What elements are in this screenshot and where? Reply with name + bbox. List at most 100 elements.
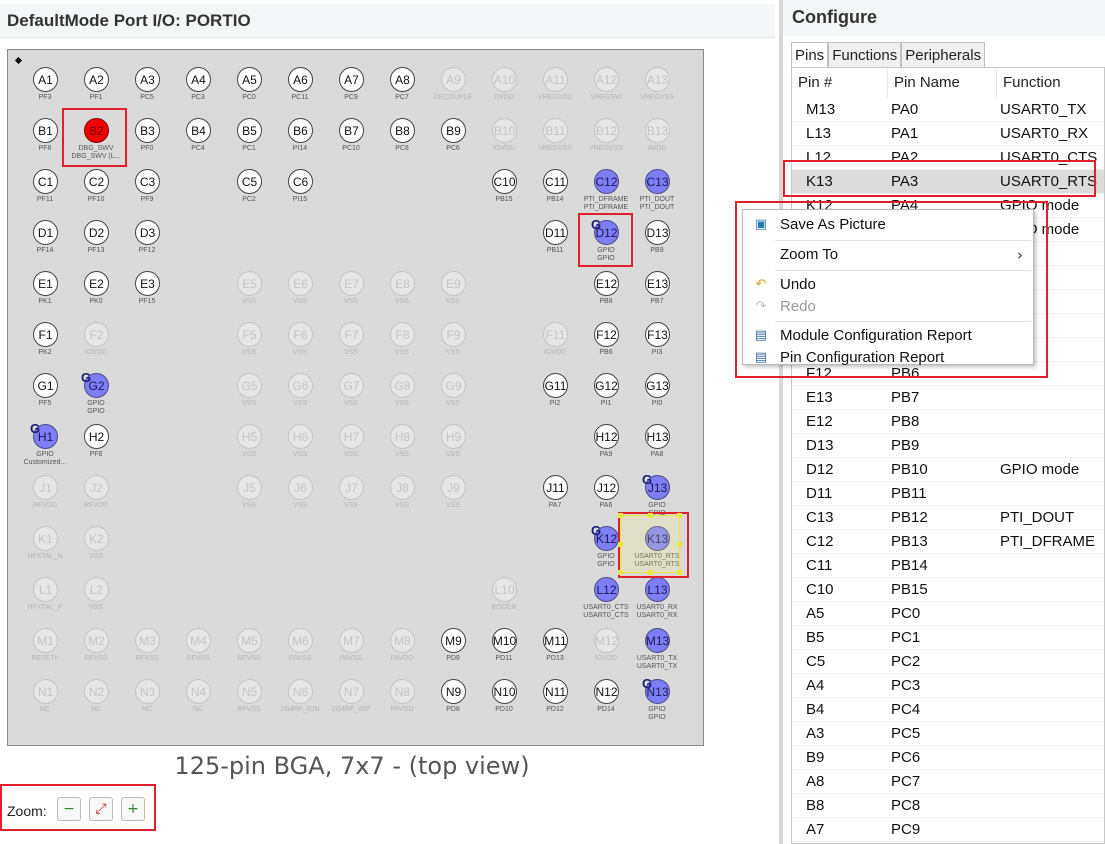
pin-c11[interactable]: C11 PB14 (530, 161, 580, 213)
pin-n7[interactable]: N7 2G4RF_IOP (326, 671, 376, 723)
pin-g9[interactable]: G9 VSS (428, 365, 478, 417)
pin-h6[interactable]: H6 VSS (275, 416, 325, 468)
pin-c10[interactable]: C10 PB15 (479, 161, 529, 213)
column-header-function[interactable]: Function (997, 68, 1104, 98)
pin-j8[interactable]: J8 VSS (377, 467, 427, 519)
pin-j1[interactable]: J1 RFVDD (20, 467, 70, 519)
pin-h12[interactable]: H12 PA9 (581, 416, 631, 468)
pin-b7[interactable]: B7 PC10 (326, 110, 376, 162)
table-row[interactable]: C5 PC2 (792, 650, 1104, 674)
table-row[interactable]: M13 PA0 USART0_TX (792, 98, 1104, 122)
pin-e12[interactable]: E12 PB8 (581, 263, 631, 315)
pin-m1[interactable]: M1 RESETn (20, 620, 70, 672)
table-row[interactable]: D12 PB10 GPIO mode (792, 458, 1104, 482)
pin-j2[interactable]: J2 RFVDD (71, 467, 121, 519)
menu-item-redo[interactable]: ↷ Redo (743, 296, 1033, 318)
pin-c2[interactable]: C2 PF10 (71, 161, 121, 213)
pin-m5[interactable]: M5 RFVSS (224, 620, 274, 672)
pin-h5[interactable]: H5 VSS (224, 416, 274, 468)
table-row[interactable]: A5 PC0 (792, 602, 1104, 626)
pin-a1[interactable]: A1 PF3 (20, 59, 70, 111)
menu-item-pin-configuration-report[interactable]: ▤ Pin Configuration Report (743, 347, 1033, 369)
pin-e13[interactable]: E13 PB7 (632, 263, 682, 315)
table-row[interactable]: A7 PC9 (792, 818, 1104, 842)
pin-m11[interactable]: M11 PD13 (530, 620, 580, 672)
pin-j6[interactable]: J6 VSS (275, 467, 325, 519)
column-header-pin-number[interactable]: Pin # (792, 68, 888, 98)
pin-d1[interactable]: D1 PF14 (20, 212, 70, 264)
pin-h1[interactable]: H1 G GPIO Customized... (20, 416, 70, 468)
pin-f1[interactable]: F1 PK2 (20, 314, 70, 366)
pin-b8[interactable]: B8 PC8 (377, 110, 427, 162)
pin-e7[interactable]: E7 VSS (326, 263, 376, 315)
table-row[interactable]: E13 PB7 (792, 386, 1104, 410)
zoom-fit-button[interactable]: ⤢ (89, 797, 113, 821)
menu-item-zoom-to[interactable]: Zoom To › (743, 244, 1033, 266)
pin-e1[interactable]: E1 PK1 (20, 263, 70, 315)
zoom-out-button[interactable]: − (57, 797, 81, 821)
pin-e8[interactable]: E8 VSS (377, 263, 427, 315)
pin-c3[interactable]: C3 PF9 (122, 161, 172, 213)
pin-h13[interactable]: H13 PA8 (632, 416, 682, 468)
pin-h8[interactable]: H8 VSS (377, 416, 427, 468)
pin-g8[interactable]: G8 VSS (377, 365, 427, 417)
pin-l2[interactable]: L2 VSS (71, 569, 121, 621)
pin-b5[interactable]: B5 PC1 (224, 110, 274, 162)
pin-m3[interactable]: M3 RFVSS (122, 620, 172, 672)
table-row[interactable]: B5 PC1 (792, 626, 1104, 650)
pin-f11[interactable]: F11 IOVDD (530, 314, 580, 366)
pin-b9[interactable]: B9 PC6 (428, 110, 478, 162)
pin-n6[interactable]: N6 2G4RF_ION (275, 671, 325, 723)
pin-g2[interactable]: G2 G GPIO GPIO (71, 365, 121, 417)
pin-m13[interactable]: M13 USART0_TX USART0_TX (632, 620, 682, 672)
table-row[interactable]: A3 PC5 (792, 722, 1104, 746)
pin-a3[interactable]: A3 PC5 (122, 59, 172, 111)
pin-b10[interactable]: B10 IOVDD (479, 110, 529, 162)
pin-b11[interactable]: B11 VREGVSS (530, 110, 580, 162)
pin-j5[interactable]: J5 VSS (224, 467, 274, 519)
table-row[interactable]: B8 PC8 (792, 794, 1104, 818)
pin-e2[interactable]: E2 PK0 (71, 263, 121, 315)
pin-c5[interactable]: C5 PC2 (224, 161, 274, 213)
pin-g6[interactable]: G6 VSS (275, 365, 325, 417)
pin-f9[interactable]: F9 VSS (428, 314, 478, 366)
pin-j9[interactable]: J9 VSS (428, 467, 478, 519)
column-header-pin-name[interactable]: Pin Name (888, 68, 997, 98)
pin-n9[interactable]: N9 PD8 (428, 671, 478, 723)
pin-m6[interactable]: M6 PAVSS (275, 620, 325, 672)
pin-k2[interactable]: K2 VSS (71, 518, 121, 570)
tab-functions[interactable]: Functions (828, 42, 902, 67)
pin-n4[interactable]: N4 NC (173, 671, 223, 723)
menu-item-undo[interactable]: ↶ Undo (743, 274, 1033, 296)
pin-b4[interactable]: B4 PC4 (173, 110, 223, 162)
pin-f7[interactable]: F7 VSS (326, 314, 376, 366)
zoom-in-button[interactable]: + (121, 797, 145, 821)
table-row[interactable]: C10 PB15 (792, 578, 1104, 602)
pin-a9[interactable]: A9 DECOUPLE (428, 59, 478, 111)
pin-m12[interactable]: M12 IOVDD (581, 620, 631, 672)
pin-d13[interactable]: D13 PB9 (632, 212, 682, 264)
pin-c1[interactable]: C1 PF11 (20, 161, 70, 213)
pin-d3[interactable]: D3 PF12 (122, 212, 172, 264)
pin-f2[interactable]: F2 IOVDD (71, 314, 121, 366)
menu-item-module-configuration-report[interactable]: ▤ Module Configuration Report (743, 325, 1033, 347)
pin-c12[interactable]: C12 PTI_DFRAME PTI_DFRAME (581, 161, 631, 213)
pin-m8[interactable]: M8 PAVDD (377, 620, 427, 672)
pin-a2[interactable]: A2 PF1 (71, 59, 121, 111)
table-row[interactable]: D11 PB11 (792, 482, 1104, 506)
pin-n2[interactable]: N2 NC (71, 671, 121, 723)
pin-m10[interactable]: M10 PD11 (479, 620, 529, 672)
pin-g11[interactable]: G11 PI2 (530, 365, 580, 417)
pin-g1[interactable]: G1 PF5 (20, 365, 70, 417)
pin-a4[interactable]: A4 PC3 (173, 59, 223, 111)
pin-d11[interactable]: D11 PB11 (530, 212, 580, 264)
tab-peripherals[interactable]: Peripherals (901, 42, 986, 67)
pin-m4[interactable]: M4 RFVSS (173, 620, 223, 672)
table-row[interactable]: B4 PC4 (792, 698, 1104, 722)
pin-b13[interactable]: B13 AVDD (632, 110, 682, 162)
pin-e5[interactable]: E5 VSS (224, 263, 274, 315)
pin-h9[interactable]: H9 VSS (428, 416, 478, 468)
pin-f5[interactable]: F5 VSS (224, 314, 274, 366)
table-row[interactable]: D13 PB9 (792, 434, 1104, 458)
pin-j11[interactable]: J11 PA7 (530, 467, 580, 519)
